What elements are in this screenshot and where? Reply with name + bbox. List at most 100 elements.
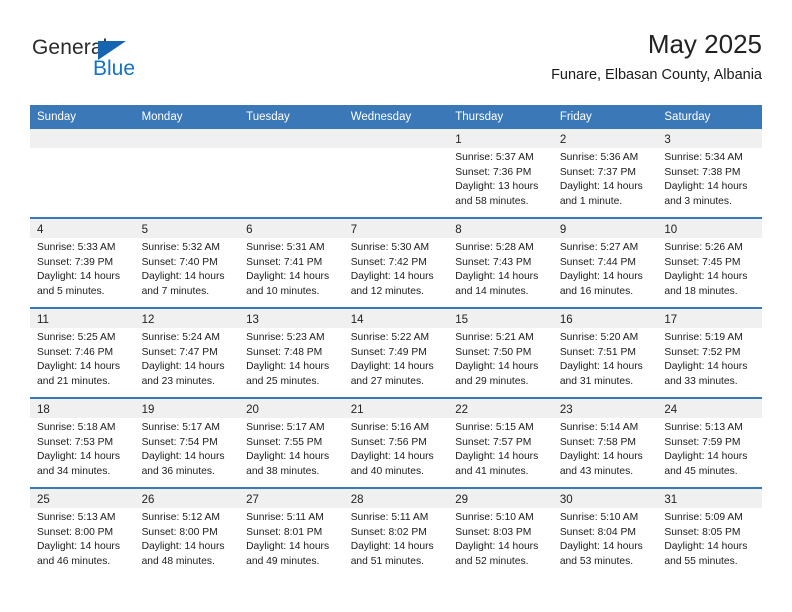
calendar-day-cell[interactable]: 14 Sunrise: 5:22 AM Sunset: 7:49 PM Dayligh… [343, 307, 449, 398]
calendar-day-cell[interactable]: 15 Sunrise: 5:21 AM Sunset: 7:50 PM Dayligh… [448, 307, 553, 398]
day-number-band: 11 [30, 309, 135, 328]
daylight-text-line2: and 38 minutes. [246, 465, 320, 477]
day-number: 25 [37, 494, 50, 506]
calendar-day-cell[interactable]: 6 Sunrise: 5:31 AM Sunset: 7:41 PM Daylight… [239, 217, 344, 308]
calendar-week-row: 11 Sunrise: 5:25 AM Sunset: 7:46 PM Dayligh… [30, 307, 762, 398]
daylight-text-line1: Daylight: 14 hours [350, 271, 434, 283]
sunrise-text: Sunrise: 5:27 AM [559, 242, 639, 253]
day-number-band [239, 129, 344, 148]
calendar-day-cell[interactable]: 16 Sunrise: 5:20 AM Sunset: 7:51 PM Dayligh… [552, 307, 658, 398]
day-details: Sunrise: 5:17 AM Sunset: 7:54 PM Daylight:… [135, 418, 240, 479]
daylight-text-line2: and 53 minutes. [559, 555, 634, 567]
sunset-text: Sunset: 8:04 PM [559, 526, 636, 538]
day-number-band: 5 [134, 219, 240, 238]
day-number: 6 [246, 224, 253, 236]
calendar-day-cell[interactable]: 8 Sunrise: 5:28 AM Sunset: 7:43 PM Daylight… [448, 217, 553, 308]
page-header: General Blue May 2025 Funare, Elbasan Co… [30, 28, 762, 90]
day-number: 20 [246, 404, 259, 416]
day-number: 2 [559, 134, 567, 146]
daylight-text-line2: and 36 minutes. [141, 465, 215, 477]
calendar-day-cell[interactable]: 2 Sunrise: 5:36 AM Sunset: 7:37 PM Daylight… [552, 129, 658, 218]
daylight-text-line2: and 41 minutes. [455, 465, 529, 477]
daylight-text-line2: and 51 minutes. [350, 555, 424, 567]
calendar-day-cell[interactable]: 12 Sunrise: 5:24 AM Sunset: 7:47 PM Dayligh… [134, 307, 240, 398]
calendar-day-cell[interactable]: 1 Sunrise: 5:37 AM Sunset: 7:36 PM Daylight… [448, 129, 553, 218]
calendar-day-cell[interactable]: 5 Sunrise: 5:32 AM Sunset: 7:40 PM Daylight… [134, 217, 240, 308]
calendar-day-cell[interactable]: 21 Sunrise: 5:16 AM Sunset: 7:56 PM Dayligh… [343, 397, 449, 488]
day-number-band: 3 [657, 129, 762, 148]
daylight-text-line1: Daylight: 14 hours [246, 361, 330, 373]
daylight-text-line2: and 29 minutes. [455, 375, 529, 387]
calendar-head: Sunday Monday Tuesday Wednesday Thursday… [30, 105, 762, 129]
calendar-cell-empty [30, 129, 135, 218]
weekday-header-monday: Monday [134, 105, 240, 129]
daylight-text-line1: Daylight: 14 hours [37, 541, 120, 553]
calendar-day-cell[interactable]: 28 Sunrise: 5:11 AM Sunset: 8:02 PM Dayligh… [343, 487, 449, 577]
day-number-band: 15 [448, 309, 553, 328]
sunset-text: Sunset: 8:00 PM [141, 526, 218, 538]
daylight-text-line2: and 12 minutes. [350, 285, 424, 297]
calendar-day-cell[interactable]: 4 Sunrise: 5:33 AM Sunset: 7:39 PM Daylight… [30, 217, 135, 308]
calendar-day-cell[interactable]: 25 Sunrise: 5:13 AM Sunset: 8:00 PM Dayligh… [30, 487, 135, 577]
calendar-day-cell[interactable]: 20 Sunrise: 5:17 AM Sunset: 7:55 PM Dayligh… [239, 397, 344, 488]
calendar-day-cell[interactable]: 29 Sunrise: 5:10 AM Sunset: 8:03 PM Dayligh… [448, 487, 553, 577]
sunrise-text: Sunrise: 5:13 AM [664, 422, 743, 433]
calendar-day-cell[interactable]: 30 Sunrise: 5:10 AM Sunset: 8:04 PM Dayligh… [552, 487, 658, 577]
day-details: Sunrise: 5:20 AM Sunset: 7:51 PM Daylight:… [553, 328, 658, 389]
day-details: Sunrise: 5:09 AM Sunset: 8:05 PM Daylight:… [657, 508, 762, 569]
weekday-header-row: Sunday Monday Tuesday Wednesday Thursday… [30, 105, 762, 129]
sunrise-text: Sunrise: 5:17 AM [246, 422, 325, 433]
day-details: Sunrise: 5:26 AM Sunset: 7:45 PM Daylight:… [657, 238, 762, 299]
daylight-text-line1: Daylight: 14 hours [350, 361, 434, 373]
calendar-day-cell[interactable]: 10 Sunrise: 5:26 AM Sunset: 7:45 PM Dayligh… [657, 217, 762, 308]
day-number: 12 [141, 314, 155, 326]
day-number-band [30, 129, 135, 148]
calendar-day-cell[interactable]: 13 Sunrise: 5:23 AM Sunset: 7:48 PM Dayligh… [239, 307, 344, 398]
daylight-text-line1: Daylight: 14 hours [141, 451, 225, 463]
day-details: Sunrise: 5:33 AM Sunset: 7:39 PM Daylight:… [30, 238, 135, 299]
day-details: Sunrise: 5:17 AM Sunset: 7:55 PM Daylight:… [239, 418, 344, 479]
calendar-table: Sunday Monday Tuesday Wednesday Thursday… [30, 105, 762, 577]
day-details: Sunrise: 5:27 AM Sunset: 7:44 PM Daylight:… [553, 238, 658, 299]
calendar-body: 1 Sunrise: 5:37 AM Sunset: 7:36 PM Daylight… [30, 129, 762, 577]
calendar-day-cell[interactable]: 27 Sunrise: 5:11 AM Sunset: 8:01 PM Dayligh… [239, 487, 344, 577]
sunset-text: Sunset: 8:03 PM [455, 526, 532, 538]
daylight-text-line1: Daylight: 14 hours [559, 181, 643, 193]
day-number: 31 [664, 494, 678, 506]
calendar-week-row: 18 Sunrise: 5:18 AM Sunset: 7:53 PM Dayligh… [30, 397, 762, 488]
daylight-text-line1: Daylight: 14 hours [350, 451, 434, 463]
sunrise-text: Sunrise: 5:33 AM [37, 242, 116, 253]
general-blue-logo[interactable]: General Blue [32, 36, 192, 86]
daylight-text-line1: Daylight: 14 hours [664, 361, 748, 373]
weekday-header-wednesday: Wednesday [343, 105, 449, 129]
sunrise-text: Sunrise: 5:12 AM [141, 512, 220, 523]
calendar-day-cell[interactable]: 9 Sunrise: 5:27 AM Sunset: 7:44 PM Daylight… [552, 217, 658, 308]
day-number-band: 31 [657, 489, 762, 508]
day-number-band [134, 129, 240, 148]
calendar-day-cell[interactable]: 31 Sunrise: 5:09 AM Sunset: 8:05 PM Dayligh… [657, 487, 762, 577]
day-number-band: 21 [343, 399, 449, 418]
calendar-day-cell[interactable]: 26 Sunrise: 5:12 AM Sunset: 8:00 PM Dayligh… [134, 487, 240, 577]
sunrise-text: Sunrise: 5:11 AM [350, 512, 429, 523]
calendar-day-cell[interactable]: 23 Sunrise: 5:14 AM Sunset: 7:58 PM Dayligh… [552, 397, 658, 488]
daylight-text-line1: Daylight: 14 hours [37, 361, 120, 373]
daylight-text-line2: and 21 minutes. [37, 375, 111, 387]
calendar-day-cell[interactable]: 22 Sunrise: 5:15 AM Sunset: 7:57 PM Dayligh… [448, 397, 553, 488]
day-number: 24 [664, 404, 678, 416]
calendar-day-cell[interactable]: 24 Sunrise: 5:13 AM Sunset: 7:59 PM Dayligh… [657, 397, 762, 488]
sunrise-text: Sunrise: 5:10 AM [455, 512, 534, 523]
calendar-day-cell[interactable]: 3 Sunrise: 5:34 AM Sunset: 7:38 PM Daylight… [657, 129, 762, 218]
day-number: 1 [455, 134, 462, 146]
calendar-day-cell[interactable]: 11 Sunrise: 5:25 AM Sunset: 7:46 PM Dayligh… [30, 307, 135, 398]
daylight-text-line2: and 25 minutes. [246, 375, 320, 387]
calendar-day-cell[interactable]: 7 Sunrise: 5:30 AM Sunset: 7:42 PM Daylight… [343, 217, 449, 308]
daylight-text-line2: and 46 minutes. [37, 555, 111, 567]
calendar-day-cell[interactable]: 17 Sunrise: 5:19 AM Sunset: 7:52 PM Dayligh… [657, 307, 762, 398]
day-number-band: 28 [343, 489, 449, 508]
sunset-text: Sunset: 7:47 PM [141, 346, 218, 358]
calendar-day-cell[interactable]: 19 Sunrise: 5:17 AM Sunset: 7:54 PM Dayligh… [134, 397, 240, 488]
day-number: 19 [141, 404, 155, 416]
calendar-day-cell[interactable]: 18 Sunrise: 5:18 AM Sunset: 7:53 PM Dayligh… [30, 397, 135, 488]
sunrise-text: Sunrise: 5:21 AM [455, 332, 534, 343]
day-number-band: 9 [552, 219, 658, 238]
